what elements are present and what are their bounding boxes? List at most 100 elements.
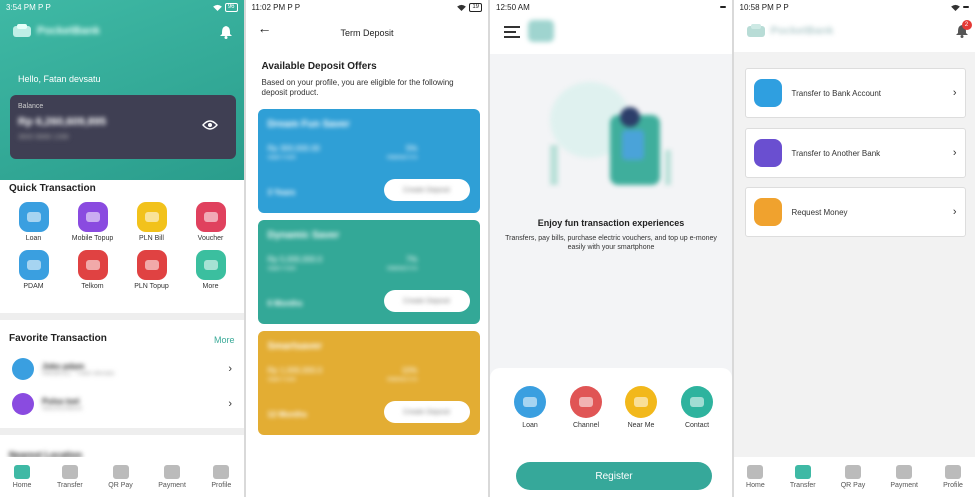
nav-label: Payment: [158, 482, 186, 489]
offer-tenor: 12 Months: [267, 410, 308, 419]
loan-icon: [514, 386, 546, 418]
favorite-avatar: [12, 393, 34, 415]
favorite-more-link[interactable]: More: [214, 335, 235, 345]
favorite-transaction-title: Favorite Transaction: [9, 333, 107, 344]
nav-home[interactable]: Home: [13, 465, 31, 489]
eye-icon[interactable]: [202, 120, 218, 130]
home-icon: [747, 465, 764, 479]
deposit-heading: Available Deposit Offers: [261, 61, 377, 72]
divider: [0, 313, 244, 320]
nav-qr-pay[interactable]: QR Pay: [108, 465, 133, 489]
nav-home[interactable]: Home: [746, 465, 765, 489]
balance-amount: Rp 6,260,609,895: [18, 116, 107, 128]
channel-label: Channel: [572, 422, 600, 429]
nav-profile[interactable]: Profile: [211, 465, 231, 489]
bell-icon[interactable]: [219, 26, 232, 39]
quick-item-pln-topup[interactable]: PLN Topup: [122, 250, 181, 290]
quick-item-label: PDAM: [23, 283, 44, 290]
quick-item-pln-bill[interactable]: PLN Bill: [122, 202, 181, 242]
nav-payment[interactable]: Payment: [890, 465, 918, 489]
illustration-image: [550, 82, 671, 185]
transfer-menu-screen: 10:58 PM P P PocketBank 2 Transfer to Ba…: [733, 0, 975, 497]
battery-icon: [719, 6, 726, 8]
channel-item-loan[interactable]: Loan: [505, 386, 555, 429]
transfer-icon: [61, 465, 78, 479]
quick-item-label: More: [202, 283, 219, 290]
favorite-item[interactable]: Pulsa tsel 085205148554 ›: [0, 389, 244, 419]
quick-item-loan[interactable]: Loan: [4, 202, 63, 242]
channel-item-near-me[interactable]: Near Me: [616, 386, 666, 429]
term-deposit-screen: 11:02 PM P P 19 Term Deposit ← Available…: [245, 0, 489, 497]
create-deposit-button[interactable]: Create Deposit: [383, 179, 470, 201]
quick-item-label: Voucher: [197, 235, 224, 242]
deposit-offer-card[interactable]: Dynamic Saver Rp 5,000,000.0 7% Start Fro…: [257, 220, 480, 324]
quick-item-mobile-topup[interactable]: Mobile Topup: [63, 202, 122, 242]
page-title: Term Deposit: [340, 28, 394, 38]
offer-labels: Start From Interest P.A: [267, 266, 418, 272]
status-bar: 10:58 PM P P: [733, 0, 975, 14]
greeting-text: Hello, Fatan devsatu: [18, 74, 101, 84]
status-right: 19: [457, 2, 482, 12]
nav-label: QR Pay: [840, 482, 866, 489]
nav-profile[interactable]: Profile: [943, 465, 963, 489]
notification-badge: 2: [961, 20, 972, 30]
quick-transaction-grid: Loan Mobile Topup PLN Bill Voucher PDAM …: [4, 202, 240, 290]
quick-item-telkom[interactable]: Telkom: [63, 250, 122, 290]
request-money-option[interactable]: Request Money ›: [744, 187, 966, 237]
favorite-name: Pulsa tsel: [42, 396, 80, 406]
nav-label: Transfer: [56, 482, 83, 489]
welcome-header: [490, 14, 732, 54]
battery-icon: 96: [224, 2, 238, 12]
nav-label: Payment: [890, 482, 918, 489]
nav-transfer[interactable]: Transfer: [790, 465, 816, 489]
quick-item-more[interactable]: More: [181, 250, 240, 290]
balance-label: Balance: [18, 103, 44, 110]
favorite-avatar: [12, 358, 34, 380]
nav-label: Transfer: [789, 482, 816, 489]
nav-transfer[interactable]: Transfer: [57, 465, 83, 489]
status-bar: 3:54 PM P P 96: [0, 0, 244, 14]
offer-name: Dream Fun Saver: [267, 119, 350, 130]
option-label: Request Money: [791, 207, 848, 217]
deposit-offer-card[interactable]: Smartsaver Rp 1,000,000.0 10% Start From I…: [257, 331, 480, 435]
telkom-icon: [77, 250, 108, 280]
register-button[interactable]: Register: [516, 462, 712, 490]
offer-name: Smartsaver: [267, 341, 322, 352]
transfer-to-another-bank-option[interactable]: Transfer to Another Bank ›: [744, 128, 966, 178]
status-time: 12:50 AM: [496, 2, 530, 12]
create-deposit-button[interactable]: Create Deposit: [383, 290, 470, 312]
nav-qr-pay[interactable]: QR Pay: [840, 465, 866, 489]
nav-label: QR Pay: [108, 482, 133, 489]
status-time: 3:54 PM P P: [6, 2, 51, 12]
quick-item-voucher[interactable]: Voucher: [181, 202, 240, 242]
quick-item-pdam[interactable]: PDAM: [4, 250, 63, 290]
voucher-icon: [195, 202, 226, 232]
deposit-offer-card[interactable]: Dream Fun Saver Rp 300,000.00 5% Start Fr…: [257, 109, 480, 213]
transfer-to-bank-account-option[interactable]: Transfer to Bank Account ›: [744, 68, 966, 118]
favorite-item[interactable]: Joko pdam 446380111 · Fatan devsatu ›: [0, 354, 244, 384]
option-label: Transfer to Another Bank: [791, 148, 881, 158]
channel-item-contact[interactable]: Contact: [672, 386, 722, 429]
favorite-sub: 085205148554: [42, 405, 83, 412]
offer-labels: Start From Interest P.A: [267, 155, 418, 161]
battery-icon: [963, 6, 969, 8]
channel-label: Loan: [522, 422, 538, 429]
channel-item-channel[interactable]: Channel: [561, 386, 611, 429]
status-right: 96: [212, 2, 238, 12]
channel-icon: [570, 386, 602, 418]
quick-transaction-title: Quick Transaction: [9, 183, 96, 194]
create-deposit-button[interactable]: Create Deposit: [383, 401, 470, 423]
status-bar: 11:02 PM P P 19: [246, 0, 489, 14]
nav-payment[interactable]: Payment: [158, 465, 186, 489]
welcome-description: Transfers, pay bills, purchase electric …: [505, 235, 717, 251]
brand-logo-icon: [528, 20, 554, 42]
status-time: 11:02 PM P P: [251, 2, 301, 12]
brand-logo: PocketBank: [12, 24, 100, 38]
account-number: 3600 8888 1398: [18, 134, 69, 141]
divider: [0, 428, 244, 435]
request-money-icon: [753, 198, 782, 226]
back-arrow-icon[interactable]: ←: [258, 20, 272, 36]
hamburger-menu-icon[interactable]: [504, 26, 520, 41]
brand-name: PocketBank: [37, 25, 100, 37]
balance-card: Balance Rp 6,260,609,895 3600 8888 1398: [10, 95, 236, 159]
